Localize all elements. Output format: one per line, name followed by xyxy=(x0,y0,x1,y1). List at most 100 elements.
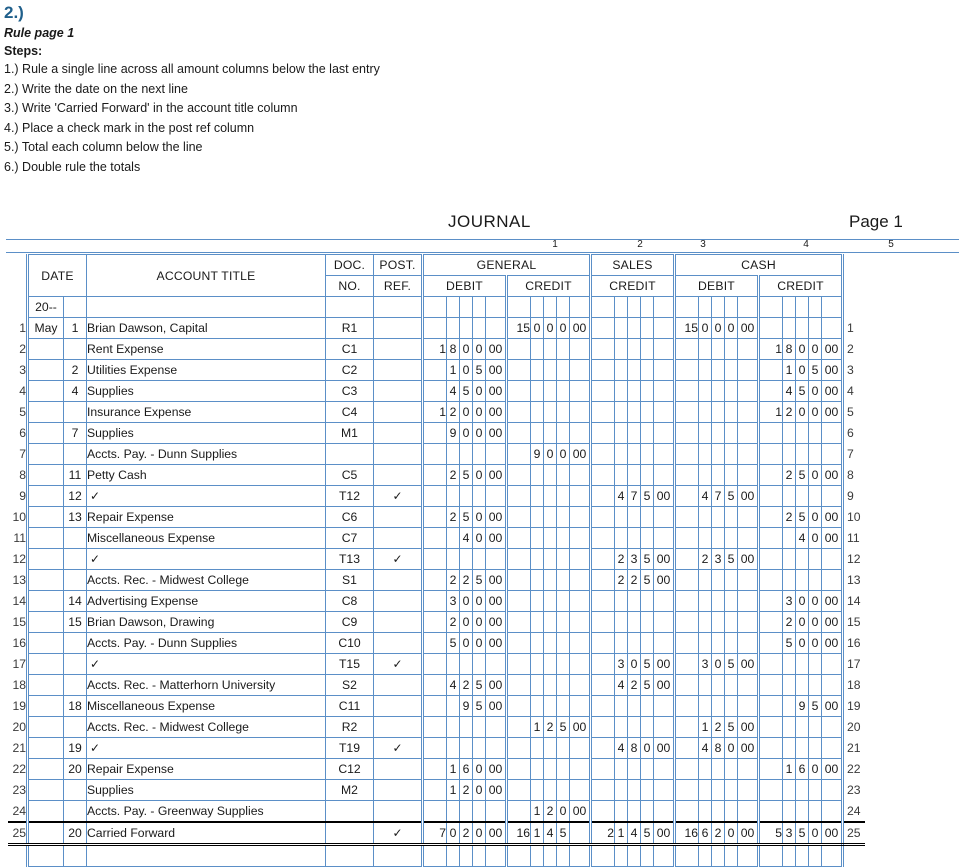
cell-general-credit-digit-2[interactable] xyxy=(530,380,544,402)
cell-cash-credit-digit-2[interactable]: 2 xyxy=(782,401,796,423)
cell-general-credit-digit-1[interactable] xyxy=(505,338,531,360)
cell-general-debit-digit-1[interactable] xyxy=(421,611,447,633)
cell-cash-debit-digit-5[interactable] xyxy=(737,695,759,717)
table-row[interactable]: 23 Supplies M2 1 2 0 00 23 xyxy=(8,779,865,801)
cell-general-debit-digit-1[interactable] xyxy=(421,590,447,612)
cell-general-credit-digit-4[interactable]: 0 xyxy=(556,317,570,339)
cell-sales-credit-digit-4[interactable] xyxy=(640,611,654,633)
cell-general-debit-digit-3[interactable]: 2 xyxy=(459,674,473,696)
cell-general-debit-digit-2[interactable]: 4 xyxy=(446,380,460,402)
cell-cash-credit-digit-1[interactable] xyxy=(757,611,783,633)
cell-doc-no[interactable]: C6 xyxy=(325,506,374,528)
cell-cash-debit-digit-4[interactable] xyxy=(724,527,738,549)
cell-general-debit-digit-5[interactable]: 00 xyxy=(485,611,507,633)
cell-general-credit-digit-5[interactable] xyxy=(569,464,591,486)
cell-cash-debit-digit-3[interactable] xyxy=(711,800,725,823)
cell-cash-credit-digit-5[interactable] xyxy=(821,548,844,570)
cell-general-debit-digit-2[interactable] xyxy=(446,548,460,570)
cell-general-debit-digit-5[interactable]: 00 xyxy=(485,359,507,381)
cell-cash-credit-digit-1[interactable]: 1 xyxy=(757,401,783,423)
cell-doc-no[interactable]: R2 xyxy=(325,716,374,738)
cell-sales-credit-digit-4[interactable]: 5 xyxy=(640,485,654,507)
cell-general-debit-digit-4[interactable]: 0 xyxy=(472,632,486,654)
cell-post-ref[interactable] xyxy=(373,527,423,549)
cell-cash-debit-digit-5[interactable] xyxy=(737,506,759,528)
cell-cash-debit-digit-2[interactable] xyxy=(698,632,712,654)
cell-cash-credit-digit-2[interactable] xyxy=(782,737,796,759)
cell-general-debit-digit-2[interactable]: 3 xyxy=(446,590,460,612)
cell-cash-debit-digit-5[interactable] xyxy=(737,527,759,549)
cell-general-credit-digit-5[interactable] xyxy=(569,401,591,423)
cell-cash-debit-digit-2[interactable]: 6 xyxy=(698,821,712,846)
cell-cash-debit-digit-2[interactable] xyxy=(698,506,712,528)
cell-post-ref[interactable] xyxy=(373,632,423,654)
cell-sales-credit-digit-3[interactable] xyxy=(627,527,641,549)
cell-cash-credit-digit-4[interactable]: 0 xyxy=(808,758,822,780)
table-row[interactable]: 24 Accts. Pay. - Greenway Supplies 1 2 0 00 24 xyxy=(8,800,865,823)
cell-cash-credit-digit-1[interactable] xyxy=(757,716,783,738)
cell-general-debit-digit-4[interactable]: 0 xyxy=(472,422,486,444)
cell-cash-credit-digit-3[interactable]: 0 xyxy=(795,611,809,633)
cell-cash-debit-digit-3[interactable] xyxy=(711,695,725,717)
cell-general-debit-digit-3[interactable] xyxy=(459,800,473,823)
cell-post-ref[interactable]: ✓ xyxy=(373,821,423,846)
cell-doc-no[interactable]: C4 xyxy=(325,401,374,423)
cell-cash-credit-digit-5[interactable] xyxy=(821,569,844,591)
cell-general-credit-digit-4[interactable] xyxy=(556,380,570,402)
cell-cash-credit-digit-2[interactable]: 2 xyxy=(782,464,796,486)
cell-cash-credit-digit-2[interactable]: 3 xyxy=(782,590,796,612)
cell-general-debit-digit-3[interactable]: 5 xyxy=(459,464,473,486)
cell-general-credit-digit-1[interactable] xyxy=(505,527,531,549)
cell-general-credit-digit-3[interactable] xyxy=(543,569,557,591)
cell-sales-credit-digit-1[interactable] xyxy=(589,716,615,738)
cell-general-credit-digit-5[interactable] xyxy=(569,611,591,633)
cell-cash-debit-digit-5[interactable] xyxy=(737,569,759,591)
cell-general-debit-digit-2[interactable]: 9 xyxy=(446,422,460,444)
cell-sales-credit-digit-2[interactable] xyxy=(614,422,628,444)
cell-post-ref[interactable] xyxy=(373,695,423,717)
cell-date-day[interactable] xyxy=(63,527,87,549)
cell-general-debit-digit-5[interactable]: 00 xyxy=(485,380,507,402)
cell-date-month[interactable] xyxy=(26,485,64,507)
table-row[interactable]: 6 7 Supplies M1 9 0 0 00 6 xyxy=(8,422,865,444)
cell-sales-credit-digit-2[interactable] xyxy=(614,758,628,780)
cell-sales-credit-digit-1[interactable] xyxy=(589,548,615,570)
cell-date-day[interactable]: 12 xyxy=(63,485,87,507)
cell-general-credit-digit-1[interactable] xyxy=(505,611,531,633)
cell-date-day[interactable]: 2 xyxy=(63,359,87,381)
cell-general-debit-digit-2[interactable]: 2 xyxy=(446,506,460,528)
table-row[interactable]: 8 11 Petty Cash C5 2 5 0 00 2 5 0 00 8 xyxy=(8,464,865,486)
cell-post-ref[interactable] xyxy=(373,569,423,591)
cell-general-credit-digit-2[interactable] xyxy=(530,338,544,360)
cell-cash-debit-digit-5[interactable] xyxy=(737,632,759,654)
cell-cash-debit-digit-4[interactable] xyxy=(724,422,738,444)
cell-general-credit-digit-4[interactable] xyxy=(556,401,570,423)
table-row[interactable]: 14 14 Advertising Expense C8 3 0 0 00 3 0 0 00 14 xyxy=(8,590,865,612)
cell-sales-credit-digit-3[interactable]: 3 xyxy=(627,548,641,570)
cell-cash-debit-digit-3[interactable]: 8 xyxy=(711,737,725,759)
cell-general-credit-digit-3[interactable] xyxy=(543,653,557,675)
cell-sales-credit-digit-1[interactable] xyxy=(589,653,615,675)
cell-general-debit-digit-5[interactable]: 00 xyxy=(485,464,507,486)
cell-general-credit-digit-1[interactable]: 15 xyxy=(505,317,531,339)
cell-sales-credit-digit-4[interactable] xyxy=(640,590,654,612)
cell-cash-credit-digit-3[interactable] xyxy=(795,443,809,465)
cell-date-month[interactable] xyxy=(26,590,64,612)
cell-sales-credit-digit-1[interactable] xyxy=(589,779,615,801)
cell-cash-credit-digit-3[interactable]: 6 xyxy=(795,758,809,780)
cell-general-credit-digit-4[interactable]: 0 xyxy=(556,800,570,823)
cell-sales-credit-digit-3[interactable]: 8 xyxy=(627,737,641,759)
cell-sales-credit-digit-4[interactable]: 5 xyxy=(640,674,654,696)
cell-cash-debit-digit-2[interactable] xyxy=(698,779,712,801)
cell-general-debit-digit-4[interactable] xyxy=(472,317,486,339)
cell-cash-credit-digit-4[interactable] xyxy=(808,485,822,507)
cell-sales-credit-digit-3[interactable] xyxy=(627,359,641,381)
cell-general-debit-digit-3[interactable] xyxy=(459,317,473,339)
cell-sales-credit-digit-3[interactable]: 7 xyxy=(627,485,641,507)
cell-general-credit-digit-2[interactable] xyxy=(530,359,544,381)
cell-cash-credit-digit-3[interactable]: 5 xyxy=(795,464,809,486)
cell-general-credit-digit-3[interactable] xyxy=(543,779,557,801)
cell-cash-credit-digit-5[interactable] xyxy=(821,800,844,823)
cell-general-credit-digit-2[interactable] xyxy=(530,737,544,759)
cell-general-debit-digit-4[interactable] xyxy=(472,800,486,823)
